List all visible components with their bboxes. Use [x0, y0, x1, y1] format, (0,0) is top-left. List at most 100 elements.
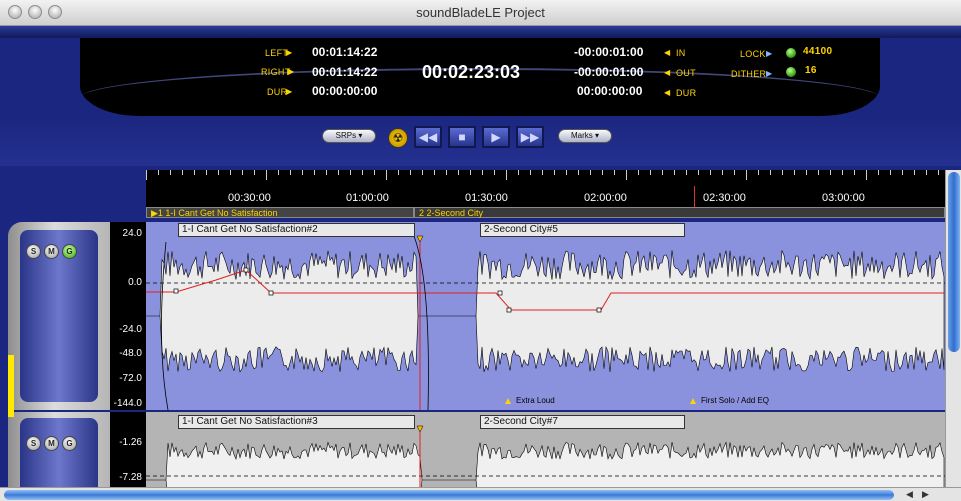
in-time[interactable]: -00:00:01:00: [574, 45, 643, 59]
mute-button[interactable]: M: [44, 244, 59, 259]
solo-button[interactable]: S: [26, 436, 41, 451]
marker-label[interactable]: First Solo / Add EQ: [701, 396, 769, 405]
clip-label[interactable]: 2-Second City#7: [480, 415, 685, 429]
vertical-scrollbar[interactable]: [945, 170, 961, 487]
ruler-tick: [434, 170, 435, 175]
ruler-tick: [458, 170, 459, 175]
marks-label: Marks: [570, 131, 593, 140]
clip-label[interactable]: 1-I Cant Get No Satisfaction#3: [178, 415, 415, 429]
vertical-scroll-thumb[interactable]: [948, 172, 960, 352]
ruler-tick: [614, 170, 615, 175]
left-arrow-icon: ▶: [286, 48, 293, 57]
group-button[interactable]: G: [62, 244, 77, 259]
ruler-tick: [686, 170, 687, 175]
in-label: IN: [676, 48, 686, 58]
ruler-tick: [494, 170, 495, 175]
dur2-label: DUR: [676, 88, 697, 98]
ruler-tick: [410, 170, 411, 175]
app-window: soundBladeLE Project LEFT ▶ 00:01:14:22 …: [0, 0, 961, 501]
clip-label[interactable]: 2-Second City#5: [480, 223, 685, 237]
ruler-tick: [554, 170, 555, 175]
ruler-tick: [878, 170, 879, 175]
ruler-tick: [386, 170, 387, 180]
group-button[interactable]: G: [62, 436, 77, 451]
ruler-tick: [290, 170, 291, 175]
ruler-tick: [698, 170, 699, 175]
dither-led-icon: [786, 67, 796, 77]
ruler-tick: [158, 170, 159, 175]
ruler-tick-label: 02:30:00: [703, 192, 746, 204]
rewind-button[interactable]: ◀◀: [414, 126, 442, 148]
region-2[interactable]: 2 2-Second City: [414, 207, 945, 218]
ruler-tick: [194, 170, 195, 175]
ruler-tick-label: 01:30:00: [465, 192, 508, 204]
ruler-tick: [278, 170, 279, 175]
timeline-ruler[interactable]: 00:30:00 01:00:00 01:30:00 02:00:00 02:3…: [146, 170, 945, 208]
track-1-waveform: [146, 235, 945, 410]
playhead-marker: [694, 186, 695, 208]
mute-button[interactable]: M: [44, 436, 59, 451]
right-time[interactable]: 00:01:14:22: [312, 65, 377, 79]
ruler-tick: [578, 170, 579, 175]
clip-label[interactable]: 1-I Cant Get No Satisfaction#2: [178, 223, 415, 237]
horizontal-scrollbar[interactable]: ◀ ▶: [0, 487, 961, 501]
ruler-tick: [530, 170, 531, 175]
srps-label: SRPs: [335, 131, 357, 140]
play-button[interactable]: ▶: [482, 126, 510, 148]
right-label: RIGHT: [261, 67, 291, 77]
dur-time[interactable]: 00:00:00:00: [312, 84, 377, 98]
lock-rate: 44100: [803, 46, 833, 57]
ruler-tick: [902, 170, 903, 175]
dither-bits: 16: [805, 65, 817, 76]
ruler-tick: [446, 170, 447, 175]
ruler-tick: [782, 170, 783, 175]
ruler-tick: [806, 170, 807, 175]
ruler-tick: [350, 170, 351, 175]
right-arrow-icon: ▶: [288, 67, 295, 76]
ruler-tick: [854, 170, 855, 175]
ruler-tick: [590, 170, 591, 175]
out-time[interactable]: -00:00:01:00: [574, 65, 643, 79]
scale-label: -24.0: [119, 324, 142, 335]
ruler-tick-label: 00:30:00: [228, 192, 271, 204]
ruler-tick: [914, 170, 915, 175]
scale-label: -7.28: [119, 472, 142, 483]
ruler-tick: [542, 170, 543, 175]
dither-label: DITHER: [731, 69, 767, 79]
stop-button[interactable]: ■: [448, 126, 476, 148]
marker-label[interactable]: Extra Loud: [516, 396, 555, 405]
ruler-tick: [314, 170, 315, 175]
left-time[interactable]: 00:01:14:22: [312, 45, 377, 59]
ruler-tick: [566, 170, 567, 175]
lock-led-icon: [786, 48, 796, 58]
ruler-tick: [254, 170, 255, 175]
scroll-left-icon[interactable]: ◀: [906, 489, 913, 500]
horizontal-scroll-thumb[interactable]: [4, 490, 894, 500]
dither-arrow-icon: ▶: [766, 69, 773, 78]
scroll-right-icon[interactable]: ▶: [922, 489, 929, 500]
ruler-tick: [482, 170, 483, 175]
lock-label: LOCK: [740, 49, 766, 59]
region-bar: ▶1 1-I Cant Get No Satisfaction 2 2-Seco…: [146, 207, 945, 218]
srps-menu-button[interactable]: SRPs ▾: [322, 129, 376, 143]
dur2-time[interactable]: 00:00:00:00: [577, 84, 642, 98]
ruler-tick: [230, 170, 231, 175]
scale-label: -48.0: [119, 348, 142, 359]
fast-forward-button[interactable]: ▶▶: [516, 126, 544, 148]
out-arrow-icon: ◀: [664, 68, 671, 77]
region-1[interactable]: ▶1 1-I Cant Get No Satisfaction: [146, 207, 414, 218]
track-selected-indicator: [8, 355, 14, 417]
ruler-tick: [218, 170, 219, 175]
region-2-label: 2 2-Second City: [419, 208, 484, 218]
transport-display: LEFT ▶ 00:01:14:22 RIGHT ▶ 00:01:14:22 D…: [80, 38, 880, 116]
radiation-icon[interactable]: ☢: [388, 128, 408, 148]
ruler-tick: [146, 170, 147, 180]
solo-button[interactable]: S: [26, 244, 41, 259]
track-1-lane[interactable]: 1-I Cant Get No Satisfaction#2 2-Second …: [146, 222, 945, 410]
lock-arrow-icon: ▶: [766, 49, 773, 58]
marks-menu-button[interactable]: Marks ▾: [558, 129, 612, 143]
ruler-tick: [398, 170, 399, 175]
ruler-tick: [938, 170, 939, 175]
in-arrow-icon: ◀: [664, 48, 671, 57]
ruler-tick-label: 03:00:00: [822, 192, 865, 204]
